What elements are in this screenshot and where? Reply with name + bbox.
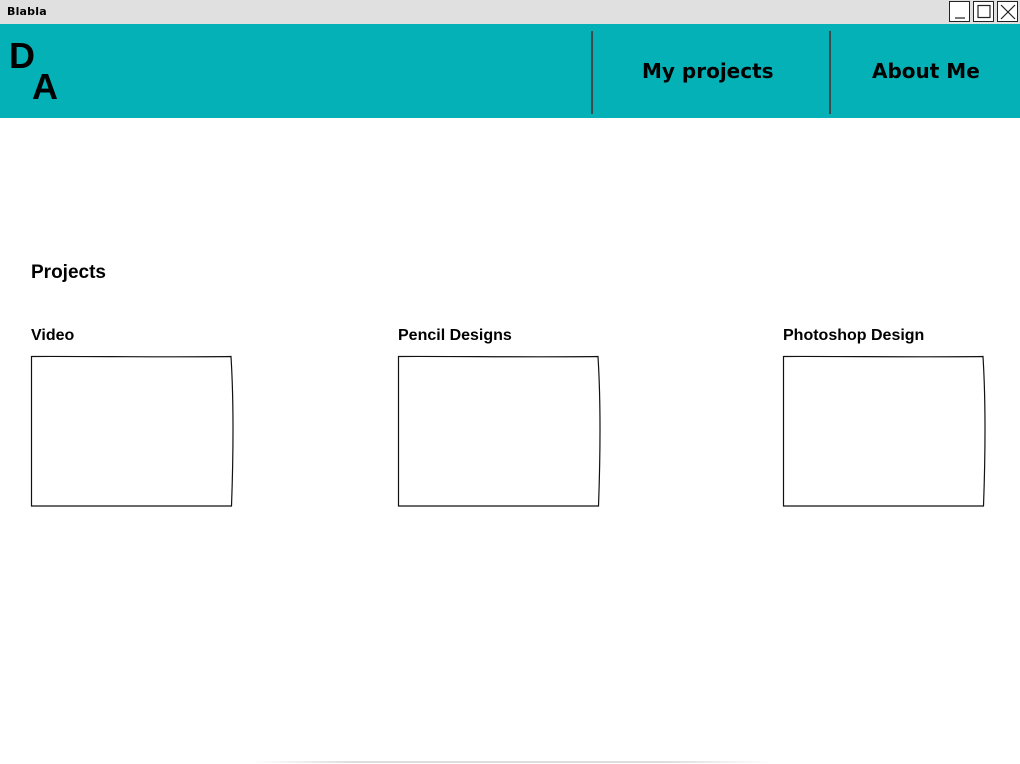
card-label-video: Video: [31, 327, 75, 344]
project-card-pencil-designs[interactable]: [397, 355, 601, 509]
app-window: Blabla D A My projects About Me Projects: [0, 0, 1020, 764]
nav-about-me[interactable]: About Me: [872, 59, 980, 83]
image-placeholder: [782, 355, 986, 507]
nav-my-projects[interactable]: My projects: [642, 59, 774, 83]
card-label-photoshop-design: Photoshop Design: [783, 327, 925, 344]
minimize-button[interactable]: [949, 1, 970, 22]
close-button[interactable]: [997, 1, 1018, 22]
maximize-icon: [977, 4, 991, 19]
project-card-video[interactable]: [30, 355, 234, 509]
title-bar: Blabla: [0, 0, 1020, 24]
logo-letter-a[interactable]: A: [32, 69, 58, 105]
minimize-icon: [955, 17, 965, 19]
bottom-divider: [250, 761, 770, 763]
nav-divider: [829, 31, 831, 114]
image-placeholder: [397, 355, 601, 507]
nav-divider: [591, 31, 593, 114]
maximize-button[interactable]: [973, 1, 994, 22]
image-placeholder: [30, 355, 234, 507]
section-title: Projects: [31, 262, 106, 283]
window-title: Blabla: [7, 5, 47, 18]
site-header: D A My projects About Me: [0, 24, 1020, 118]
card-label-pencil-designs: Pencil Designs: [398, 327, 512, 344]
close-icon: [1000, 4, 1016, 20]
project-card-photoshop-design[interactable]: [782, 355, 986, 509]
